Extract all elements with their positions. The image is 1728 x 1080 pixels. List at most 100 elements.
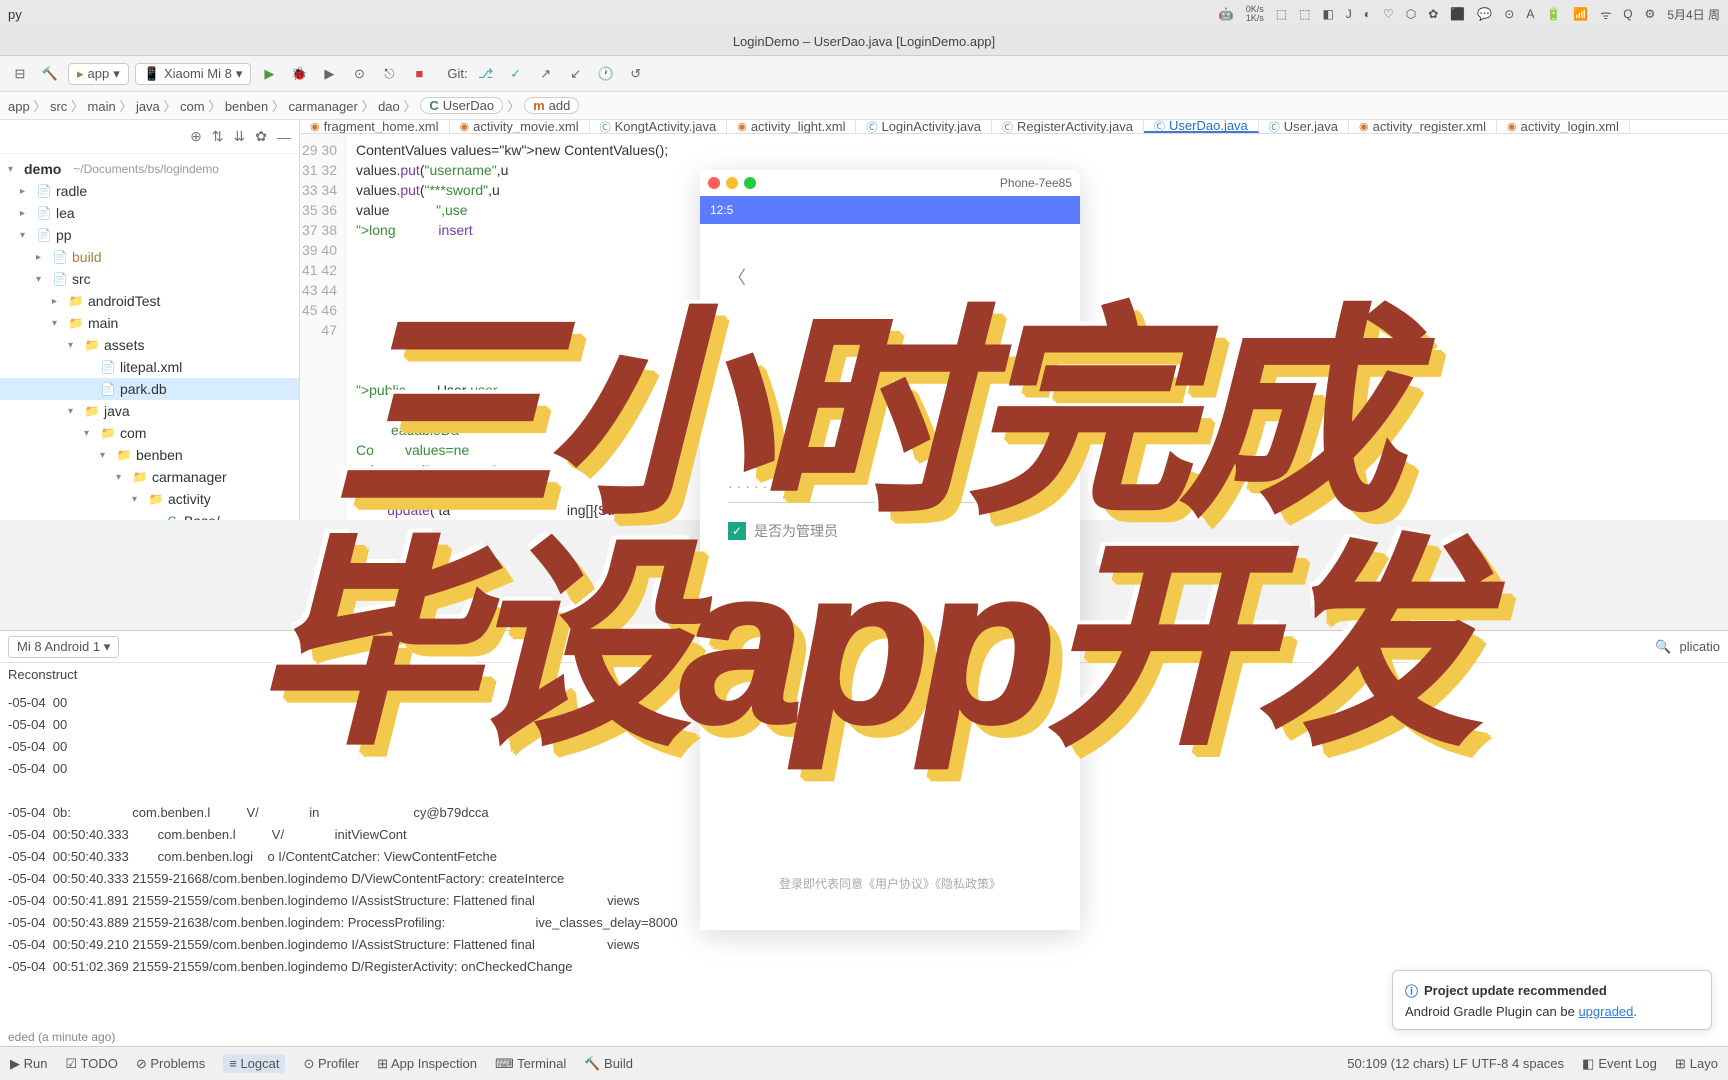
- expand-icon[interactable]: ⇅: [212, 128, 224, 145]
- menubar-status: 🤖 0K/s 1K/s ⬚⬚◧J◐♡⬡✿ ⬛💬⊙A🔋 📶ᯤQ⚙ 5月4日 周: [1219, 5, 1720, 23]
- settings-icon[interactable]: ✿: [255, 128, 267, 145]
- reconstruct-button[interactable]: Reconstruct: [8, 667, 77, 682]
- target-icon[interactable]: ⊕: [190, 128, 202, 145]
- collapse-all-icon[interactable]: ⇊: [234, 128, 246, 145]
- app-name: py: [8, 7, 22, 22]
- editor-tab[interactable]: ⒸUser.java: [1259, 120, 1349, 133]
- tree-node[interactable]: ▸📄radle: [0, 180, 299, 202]
- tree-node[interactable]: ▸📁androidTest: [0, 290, 299, 312]
- emulator-footer: 登录即代表同意《用户协议》《隐私政策》: [728, 863, 1052, 910]
- device-dropdown[interactable]: 📱Xiaomi Mi 8▾: [135, 63, 252, 85]
- tree-node[interactable]: ▸📄lea: [0, 202, 299, 224]
- tree-node[interactable]: ▾📁com: [0, 422, 299, 444]
- info-icon: ⓘ: [1405, 981, 1418, 1000]
- debug-icon[interactable]: 🐞: [287, 62, 311, 86]
- emulator-statusbar: 12:5: [700, 196, 1080, 224]
- coverage-icon[interactable]: ▶: [317, 62, 341, 86]
- git-push-icon[interactable]: ↗: [534, 62, 558, 86]
- project-toolbar: ⊕ ⇅ ⇊ ✿ —: [0, 120, 299, 154]
- editor-tab[interactable]: ◉fragment_home.xml: [300, 120, 450, 133]
- password-field[interactable]: ······: [728, 470, 1052, 503]
- code-body[interactable]: ContentValues values="kw">new ContentVal…: [346, 134, 678, 520]
- tree-node[interactable]: ▾📁activity: [0, 488, 299, 510]
- editor-tab[interactable]: ◉activity_login.xml: [1497, 120, 1630, 133]
- editor-tab[interactable]: ⒸLoginActivity.java: [856, 120, 991, 133]
- emulator-screen[interactable]: 〈 ······ ✓是否为管理员 登录即代表同意《用户协议》《隐私政策》: [700, 224, 1080, 930]
- line-gutter: 29 30 31 32 33 34 35 36 37 38 39 40 41 4…: [300, 134, 346, 520]
- editor-tab[interactable]: ◉activity_light.xml: [727, 120, 856, 133]
- git-revert-icon[interactable]: ↺: [624, 62, 648, 86]
- run-icon[interactable]: ▶: [257, 62, 281, 86]
- git-label: Git:: [447, 66, 467, 81]
- status-tab-logcat[interactable]: ≡ Logcat: [223, 1054, 285, 1073]
- editor-tab[interactable]: ⒸRegisterActivity.java: [992, 120, 1144, 133]
- tree-node[interactable]: ▾📄pp: [0, 224, 299, 246]
- status-tab-profiler[interactable]: ⊙ Profiler: [303, 1056, 359, 1072]
- notification-balloon[interactable]: ⓘ Project update recommended Android Grad…: [1392, 970, 1712, 1030]
- editor-tabs: ◉fragment_home.xml◉activity_movie.xmlⒸKo…: [300, 120, 1728, 134]
- macos-menubar: py 🤖 0K/s 1K/s ⬚⬚◧J◐♡⬡✿ ⬛💬⊙A🔋 📶ᯤQ⚙ 5月4日 …: [0, 0, 1728, 28]
- status-tab-todo[interactable]: ☑ TODO: [65, 1056, 117, 1072]
- breadcrumb-item[interactable]: benben: [225, 99, 268, 114]
- editor-tab[interactable]: ◉activity_register.xml: [1349, 120, 1497, 133]
- layout-icon[interactable]: plicatio: [1680, 639, 1720, 654]
- status-tab-build[interactable]: 🔨 Build: [584, 1056, 633, 1072]
- tree-node[interactable]: CBase/: [0, 510, 299, 520]
- status-tab-problems[interactable]: ⊘ Problems: [136, 1056, 205, 1072]
- tree-node[interactable]: ▾📁main: [0, 312, 299, 334]
- editor-tab[interactable]: ⒸUserDao.java: [1144, 120, 1259, 133]
- breadcrumb-item[interactable]: app: [8, 99, 30, 114]
- git-branch-icon[interactable]: ⎇: [474, 62, 498, 86]
- tree-node[interactable]: ▾📁carmanager: [0, 466, 299, 488]
- breadcrumb-item[interactable]: carmanager: [288, 99, 357, 114]
- status-tab-run[interactable]: ▶ Run: [10, 1056, 47, 1072]
- notif-title: Project update recommended: [1424, 983, 1607, 998]
- project-tool-window[interactable]: ⊕ ⇅ ⇊ ✿ — ▾demo ~/Documents/bs/logindemo…: [0, 120, 300, 520]
- editor-tab[interactable]: ⒸKongtActivity.java: [590, 120, 728, 133]
- notif-body: Android Gradle Plugin can be upgraded.: [1405, 1004, 1699, 1019]
- collapse-icon[interactable]: ⊟: [8, 62, 32, 86]
- git-commit-icon[interactable]: ✓: [504, 62, 528, 86]
- breadcrumb-item[interactable]: src: [50, 99, 67, 114]
- attach-icon[interactable]: ⎋: [377, 62, 401, 86]
- tree-node[interactable]: ▾📄src: [0, 268, 299, 290]
- project-root[interactable]: ▾demo ~/Documents/bs/logindemo: [0, 158, 299, 180]
- tree-node[interactable]: 📄park.db: [0, 378, 299, 400]
- tree-node[interactable]: ▾📁assets: [0, 334, 299, 356]
- breadcrumb: app 〉 src 〉 main 〉 java 〉 com 〉 benben 〉…: [0, 92, 1728, 120]
- git-history-icon[interactable]: 🕐: [594, 62, 618, 86]
- layout-inspector-button[interactable]: ⊞ Layo: [1675, 1056, 1718, 1072]
- git-pull-icon[interactable]: ↙: [564, 62, 588, 86]
- tree-node[interactable]: ▾📁java: [0, 400, 299, 422]
- device-filter-dropdown[interactable]: Mi 8 Android 1 ▾: [8, 636, 119, 658]
- project-tree[interactable]: ▾demo ~/Documents/bs/logindemo ▸📄radle▸📄…: [0, 154, 299, 520]
- stop-icon[interactable]: ■: [407, 62, 431, 86]
- breadcrumb-item[interactable]: dao: [378, 99, 400, 114]
- editor-tab[interactable]: ◉activity_movie.xml: [450, 120, 590, 133]
- breadcrumb-class[interactable]: CUserDao: [420, 97, 503, 114]
- hide-icon[interactable]: —: [277, 129, 291, 145]
- emulator-window[interactable]: Phone-7ee85 12:5 〈 ······ ✓是否为管理员 登录即代表同…: [700, 170, 1080, 930]
- breadcrumb-item[interactable]: main: [88, 99, 116, 114]
- status-tab-app-inspection[interactable]: ⊞ App Inspection: [377, 1056, 477, 1072]
- status-message: eded (a minute ago): [8, 1030, 115, 1044]
- tree-node[interactable]: ▸📄build: [0, 246, 299, 268]
- traffic-lights[interactable]: [708, 177, 756, 189]
- profile-icon[interactable]: ⊙: [347, 62, 371, 86]
- status-tab-terminal[interactable]: ⌨ Terminal: [495, 1056, 566, 1072]
- emulator-titlebar[interactable]: Phone-7ee85: [700, 170, 1080, 196]
- emulator-device-name: Phone-7ee85: [1000, 176, 1072, 190]
- caret-position[interactable]: 50:109 (12 chars) LF UTF-8 4 spaces: [1347, 1056, 1564, 1071]
- run-config-dropdown[interactable]: ▸app▾: [68, 63, 129, 85]
- search-icon[interactable]: 🔍: [1655, 639, 1671, 655]
- tree-node[interactable]: ▾📁benben: [0, 444, 299, 466]
- upgrade-link[interactable]: upgraded: [1578, 1004, 1633, 1019]
- event-log-button[interactable]: ◧ Event Log: [1582, 1056, 1657, 1072]
- status-bar: ▶ Run ☑ TODO ⊘ Problems ≡ Logcat ⊙ Profiler ⊞…: [0, 1046, 1728, 1080]
- admin-checkbox[interactable]: ✓是否为管理员: [728, 521, 1052, 541]
- breadcrumb-item[interactable]: java: [136, 99, 160, 114]
- hammer-icon[interactable]: 🔨: [38, 62, 62, 86]
- tree-node[interactable]: 📄litepal.xml: [0, 356, 299, 378]
- breadcrumb-item[interactable]: com: [180, 99, 205, 114]
- breadcrumb-method[interactable]: madd: [524, 97, 579, 114]
